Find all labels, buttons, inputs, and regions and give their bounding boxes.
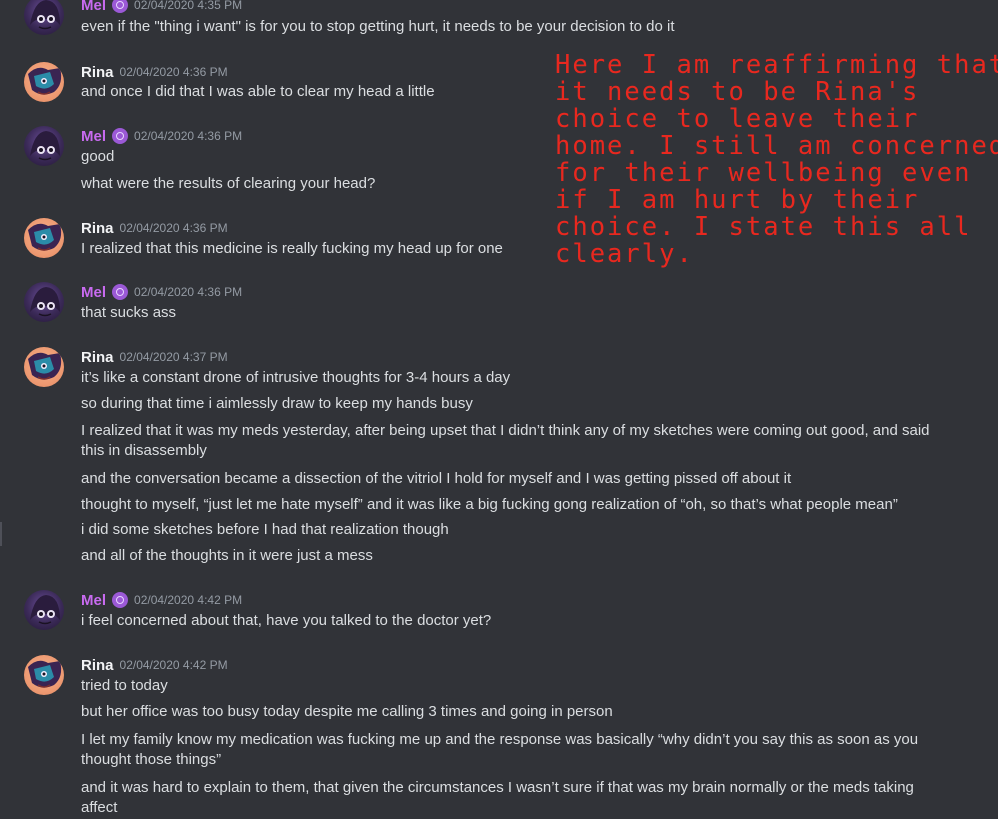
annotation-note: Here I am reaffirming that it needs to be… xyxy=(555,50,998,269)
author-name[interactable]: Mel xyxy=(81,592,106,609)
message-text: and it was hard to explain to them, that… xyxy=(81,779,914,816)
annotation-line: choice. I state this all xyxy=(555,212,972,242)
message-header: Mel 02/04/2020 4:36 PM xyxy=(81,126,242,146)
author-name[interactable]: Mel xyxy=(81,128,106,145)
avatar[interactable] xyxy=(24,655,64,695)
avatar[interactable] xyxy=(24,590,64,630)
message-timestamp: 02/04/2020 4:37 PM xyxy=(119,350,228,364)
author-name[interactable]: Rina xyxy=(81,220,114,237)
message-header: Rina 02/04/2020 4:37 PM xyxy=(81,347,228,367)
author-name[interactable]: Rina xyxy=(81,64,114,81)
annotation-line: it needs to be Rina's xyxy=(555,77,920,107)
role-badge-icon xyxy=(112,284,129,300)
message-timestamp: 02/04/2020 4:42 PM xyxy=(134,593,243,607)
message-text: so during that time i aimlessly draw to … xyxy=(81,395,473,412)
annotation-line: for their wellbeing even xyxy=(555,158,972,188)
message-timestamp: 02/04/2020 4:36 PM xyxy=(134,129,243,143)
annotation-line: Here I am reaffirming that xyxy=(555,50,998,80)
message-text: but her office was too busy today despit… xyxy=(81,703,613,720)
message-timestamp: 02/04/2020 4:35 PM xyxy=(134,0,243,12)
annotation-line: choice to leave their xyxy=(555,104,920,134)
message-text: I realized that it was my meds yesterday… xyxy=(81,422,930,459)
message-header: Mel 02/04/2020 4:35 PM xyxy=(81,0,242,15)
avatar[interactable] xyxy=(24,218,64,258)
scrollbar-handle[interactable] xyxy=(0,522,2,546)
author-name[interactable]: Rina xyxy=(81,349,114,366)
message-text: and the conversation became a dissection… xyxy=(81,470,792,487)
message-text: it’s like a constant drone of intrusive … xyxy=(81,369,511,386)
annotation-line: clearly. xyxy=(555,239,694,269)
message-header: Rina 02/04/2020 4:36 PM xyxy=(81,62,228,82)
message-header: Rina 02/04/2020 4:36 PM xyxy=(81,218,228,238)
annotation-line: home. I still am concerned xyxy=(555,131,998,161)
message-text: i did some sketches before I had that re… xyxy=(81,521,449,538)
message-text: i feel concerned about that, have you ta… xyxy=(81,612,492,629)
role-badge-icon xyxy=(112,592,129,608)
avatar[interactable] xyxy=(24,347,64,387)
message-header: Mel 02/04/2020 4:36 PM xyxy=(81,282,242,302)
message-header: Rina 02/04/2020 4:42 PM xyxy=(81,655,228,675)
message-text: and all of the thoughts in it were just … xyxy=(81,547,373,564)
message-timestamp: 02/04/2020 4:36 PM xyxy=(119,65,228,79)
avatar[interactable] xyxy=(24,62,64,102)
author-name[interactable]: Rina xyxy=(81,657,114,674)
message-text: tried to today xyxy=(81,677,168,694)
message-text: thought to myself, “just let me hate mys… xyxy=(81,496,898,513)
message-text: that sucks ass xyxy=(81,304,177,321)
message-timestamp: 02/04/2020 4:36 PM xyxy=(119,221,228,235)
message-text: I let my family know my medication was f… xyxy=(81,731,919,768)
message-header: Mel 02/04/2020 4:42 PM xyxy=(81,590,242,610)
avatar[interactable] xyxy=(24,282,64,322)
message-timestamp: 02/04/2020 4:42 PM xyxy=(119,658,228,672)
author-name[interactable]: Mel xyxy=(81,284,106,301)
role-badge-icon xyxy=(112,0,129,13)
avatar[interactable] xyxy=(24,126,64,166)
message-timestamp: 02/04/2020 4:36 PM xyxy=(134,285,243,299)
avatar[interactable] xyxy=(24,0,64,35)
message-text: even if the "thing i want" is for you to… xyxy=(81,18,675,35)
author-name[interactable]: Mel xyxy=(81,0,106,14)
role-badge-icon xyxy=(112,128,129,144)
annotation-line: if I am hurt by their xyxy=(555,185,920,215)
